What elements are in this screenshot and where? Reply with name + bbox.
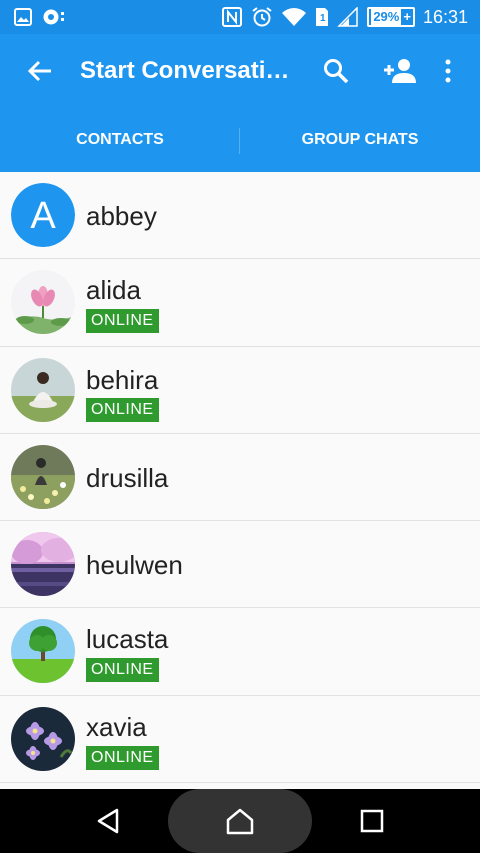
- back-triangle-icon: [97, 808, 119, 834]
- contact-list: A abbey alida ONLINE behira ONLINE drusi…: [0, 172, 480, 783]
- image-icon: [14, 8, 32, 26]
- contact-name: alida: [86, 275, 141, 305]
- more-options-button[interactable]: [428, 51, 468, 91]
- contact-name: behira: [86, 365, 159, 395]
- contact-name: abbey: [86, 201, 157, 231]
- contact-row-behira[interactable]: behira ONLINE: [0, 347, 480, 434]
- app-bar: Start Conversati…: [0, 34, 480, 108]
- online-badge: ONLINE: [86, 658, 159, 682]
- record-icon: [42, 8, 66, 26]
- contact-name: heulwen: [86, 550, 183, 580]
- signal-icon: [337, 7, 359, 27]
- contact-row-abbey[interactable]: A abbey: [0, 172, 480, 259]
- contact-name: lucasta: [86, 624, 169, 654]
- back-arrow-icon: [27, 60, 51, 82]
- sim-icon: 1: [315, 7, 329, 27]
- online-badge: ONLINE: [86, 309, 159, 333]
- wifi-icon: [281, 6, 307, 28]
- contact-row-lucasta[interactable]: lucasta ONLINE: [0, 608, 480, 696]
- nfc-icon: [221, 6, 243, 28]
- battery-level: 29%: [371, 9, 402, 25]
- back-button[interactable]: [20, 51, 60, 91]
- avatar: [11, 532, 75, 596]
- tab-contacts[interactable]: CONTACTS: [0, 108, 240, 172]
- contact-name: xavia: [86, 712, 147, 742]
- tab-group-chats[interactable]: GROUP CHATS: [240, 108, 480, 172]
- contact-row-alida[interactable]: alida ONLINE: [0, 259, 480, 347]
- add-contact-button[interactable]: [380, 51, 420, 91]
- nav-recents-button[interactable]: [350, 789, 394, 853]
- contact-row-xavia[interactable]: xavia ONLINE: [0, 696, 480, 783]
- alarm-icon: [251, 6, 273, 28]
- more-vert-icon: [445, 59, 451, 83]
- battery-icon: 29% +: [367, 7, 415, 27]
- nav-back-button[interactable]: [86, 789, 130, 853]
- avatar: [11, 445, 75, 509]
- search-icon: [324, 59, 349, 84]
- add-person-icon: [384, 59, 416, 83]
- contact-name: drusilla: [86, 463, 169, 493]
- home-icon: [226, 808, 254, 835]
- contact-row-drusilla[interactable]: drusilla: [0, 434, 480, 521]
- avatar: [11, 270, 75, 334]
- recents-square-icon: [360, 809, 384, 833]
- status-time: 16:31: [422, 6, 468, 27]
- online-badge: ONLINE: [86, 746, 159, 770]
- avatar: A: [11, 183, 75, 247]
- tab-bar: CONTACTS GROUP CHATS: [0, 108, 480, 172]
- svg-text:1: 1: [320, 13, 326, 24]
- nav-home-button[interactable]: [218, 789, 262, 853]
- contact-row-heulwen[interactable]: heulwen: [0, 521, 480, 608]
- avatar: [11, 358, 75, 422]
- avatar: [11, 619, 75, 683]
- tab-divider: [239, 128, 240, 154]
- status-bar: 1 29% + 16:31: [0, 0, 480, 34]
- avatar: [11, 707, 75, 771]
- search-button[interactable]: [316, 51, 356, 91]
- page-title: Start Conversati…: [80, 57, 290, 84]
- navigation-bar: [0, 789, 480, 853]
- online-badge: ONLINE: [86, 398, 159, 422]
- avatar-letter: A: [30, 195, 56, 237]
